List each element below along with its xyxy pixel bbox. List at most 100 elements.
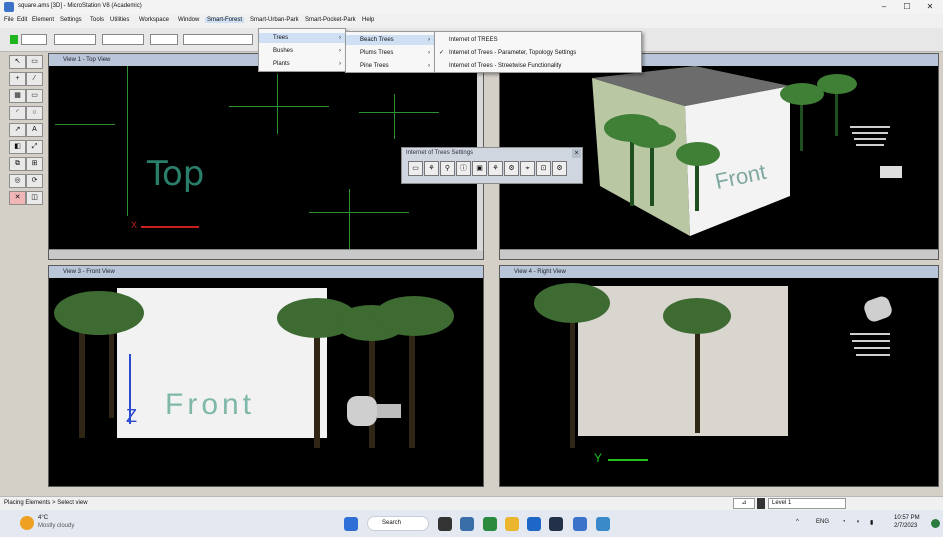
text-tool-icon[interactable]: A	[26, 123, 43, 137]
copy-tool-icon[interactable]: ⧉	[9, 157, 26, 171]
fence-tool-icon[interactable]: ▭	[26, 55, 43, 69]
right-trees	[534, 283, 892, 448]
tree-tool-1-icon[interactable]: ▭	[408, 161, 423, 176]
level-field[interactable]: Level 1	[768, 498, 846, 509]
menu-pine-trees[interactable]: Pine Trees ›	[346, 61, 434, 71]
grid-line	[55, 124, 115, 125]
weather-icon[interactable]	[20, 516, 34, 530]
menu-window[interactable]: Window	[178, 17, 199, 23]
menu-iot-streetwise[interactable]: Internet of Trees - Streetwise Functiona…	[435, 61, 641, 71]
menu-bushes[interactable]: Bushes ›	[259, 46, 345, 56]
store-icon[interactable]	[527, 517, 541, 531]
group-tool-icon[interactable]: ◫	[26, 191, 43, 205]
rotate-tool-icon[interactable]: ⟳	[26, 174, 43, 188]
menu-settings[interactable]: Settings	[60, 17, 82, 23]
clock-time[interactable]: 10:57 PM	[894, 515, 920, 521]
cell-tool-icon[interactable]: ◧	[9, 140, 26, 154]
menu-iot-parameter-settings[interactable]: ✓ Internet of Trees - Parameter, Topology…	[435, 48, 641, 58]
photos-icon[interactable]	[596, 517, 610, 531]
lock-icon[interactable]	[757, 498, 765, 509]
submenu-arrow-icon: ›	[339, 48, 341, 54]
y-axis-line	[608, 459, 648, 461]
line-weight-dropdown[interactable]	[102, 34, 144, 45]
grid-tool-icon[interactable]: ▦	[9, 89, 26, 103]
view-2-controls[interactable]	[500, 249, 938, 259]
tree-tool-6-icon[interactable]: ⚘	[488, 161, 503, 176]
front-trees	[54, 291, 454, 448]
active-angle-field[interactable]	[150, 34, 178, 45]
language-indicator[interactable]: ENG	[816, 519, 829, 525]
modify-tool-icon[interactable]: ⤢	[26, 140, 43, 154]
search-box[interactable]: Search	[367, 516, 429, 531]
grid-line	[277, 74, 278, 134]
menu-smart-forest[interactable]: Smart-Forest	[205, 17, 245, 23]
view-1-controls[interactable]	[49, 249, 483, 259]
edge-icon[interactable]	[483, 517, 497, 531]
view-3-front[interactable]: View 3 - Front View Z Front	[48, 265, 484, 487]
submenu-arrow-icon: ›	[428, 63, 430, 69]
view-3-title: View 3 - Front View	[49, 266, 483, 278]
delete-tool-icon[interactable]: ✕	[9, 191, 26, 205]
file-explorer-icon[interactable]	[505, 517, 519, 531]
view-label-front: Front	[165, 388, 256, 421]
menu-utilities[interactable]: Utilities	[110, 17, 129, 23]
tree-tool-10-icon[interactable]: ⚙	[552, 161, 567, 176]
grid-line	[349, 189, 350, 249]
menu-plants[interactable]: Plants ›	[259, 59, 345, 69]
maximize-button[interactable]: ☐	[896, 2, 918, 12]
menu-plums-trees[interactable]: Plums Trees ›	[346, 48, 434, 58]
menu-tools[interactable]: Tools	[90, 17, 104, 23]
select-tool-icon[interactable]: ↖	[9, 55, 26, 69]
microstation-icon[interactable]	[573, 517, 587, 531]
minimize-button[interactable]: –	[873, 2, 895, 12]
line-tool-icon[interactable]: ⁄	[26, 72, 43, 86]
tree-tool-2-icon[interactable]: ⚘	[424, 161, 439, 176]
shape-tool-icon[interactable]: ▭	[26, 89, 43, 103]
circle-tool-icon[interactable]: ○	[26, 106, 43, 120]
menu-edit[interactable]: Edit	[17, 17, 27, 23]
tree-tool-3-icon[interactable]: ⚲	[440, 161, 455, 176]
tree-tool-4-icon[interactable]: ⓘ	[456, 161, 471, 176]
menu-internet-of-trees[interactable]: Internet of TREES	[435, 35, 641, 45]
menu-element[interactable]: Element	[32, 17, 54, 23]
start-icon[interactable]	[344, 517, 358, 531]
mail-icon[interactable]	[549, 517, 563, 531]
line-style-dropdown[interactable]	[54, 34, 96, 45]
menu-file[interactable]: File	[4, 17, 14, 23]
floating-toolbox[interactable]: Internet of Trees Settings × ▭ ⚘ ⚲ ⓘ ▣ ⚘…	[401, 147, 583, 184]
battery-icon[interactable]: ▮	[870, 519, 873, 526]
toolbox-close-icon[interactable]: ×	[572, 149, 581, 158]
dimension-tool-icon[interactable]: ↗	[9, 123, 26, 137]
tree-tool-8-icon[interactable]: ⌖	[520, 161, 535, 176]
placement-tool-icon[interactable]: +	[9, 72, 26, 86]
wifi-icon[interactable]: ◔	[842, 519, 846, 525]
color-swatch[interactable]	[10, 35, 18, 44]
text-input[interactable]	[183, 34, 253, 45]
menu-smart-urban-park[interactable]: Smart-Urban-Park	[250, 17, 299, 23]
clock-date[interactable]: 2/7/2023	[894, 523, 917, 529]
close-button[interactable]: ✕	[919, 2, 941, 12]
snap-mode-icon[interactable]: ⊿	[733, 498, 755, 509]
task-view-icon[interactable]	[438, 517, 452, 531]
grid-line	[394, 94, 395, 139]
menu-smart-pocket-park[interactable]: Smart-Pocket-Park	[305, 17, 356, 23]
grid-line	[127, 66, 128, 216]
smart-forest-menu: Trees › Bushes › Plants ›	[258, 28, 346, 72]
menu-workspace[interactable]: Workspace	[139, 17, 169, 23]
measure-tool-icon[interactable]: ◎	[9, 174, 26, 188]
chevron-up-icon[interactable]: ^	[796, 519, 799, 525]
arc-tool-icon[interactable]: ◜	[9, 106, 26, 120]
menu-help[interactable]: Help	[362, 17, 374, 23]
chat-icon[interactable]	[460, 517, 474, 531]
array-tool-icon[interactable]: ⊞	[26, 157, 43, 171]
level-dropdown[interactable]	[21, 34, 47, 45]
menu-beach-trees[interactable]: Beach Trees ›	[346, 35, 434, 45]
tree-tool-9-icon[interactable]: ⊡	[536, 161, 551, 176]
tree-tool-7-icon[interactable]: ⚙	[504, 161, 519, 176]
notification-icon[interactable]	[931, 519, 940, 528]
tree-tool-5-icon[interactable]: ▣	[472, 161, 487, 176]
view-4-right[interactable]: View 4 - Right View Y	[499, 265, 939, 487]
menu-trees[interactable]: Trees ›	[259, 33, 345, 43]
submenu-arrow-icon: ›	[339, 35, 341, 41]
volume-icon[interactable]: ◖	[856, 519, 860, 525]
